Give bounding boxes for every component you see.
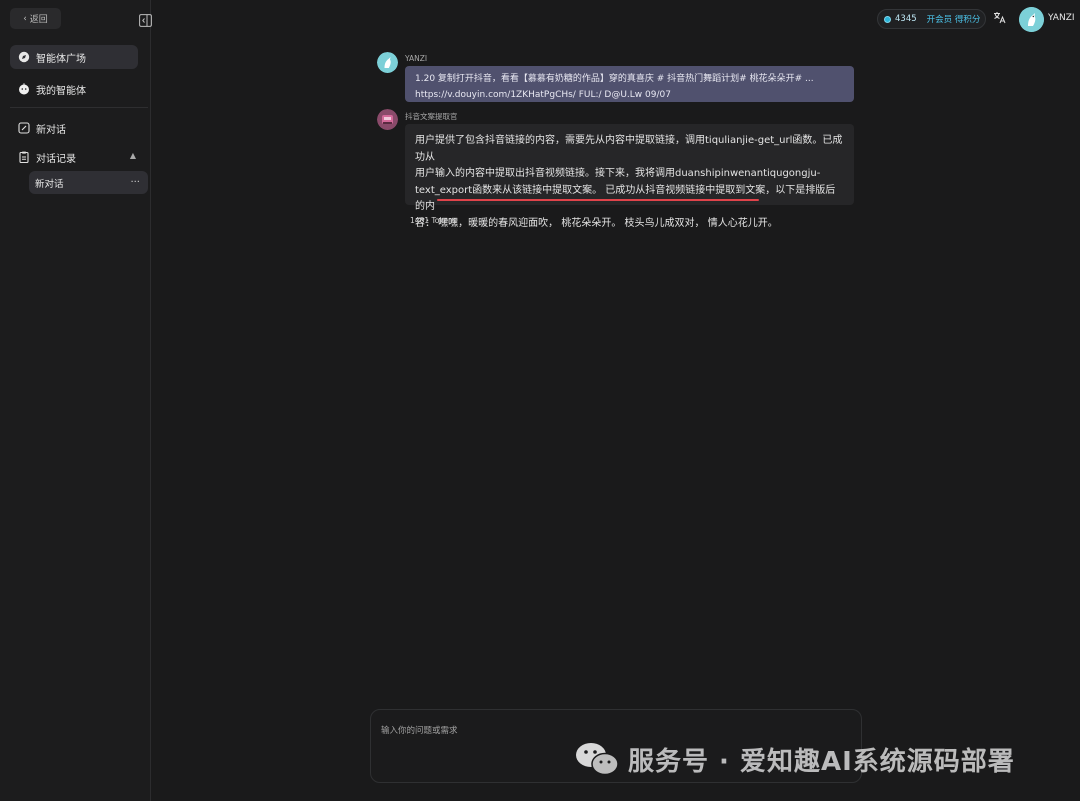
sidebar-item-history[interactable]: 对话记录 xyxy=(10,145,138,169)
wechat-icon xyxy=(576,743,619,776)
message-line: 用户输入的内容中提取出抖音视频链接。接下来，我将调用duanshipinwena… xyxy=(415,168,821,179)
translate-icon[interactable] xyxy=(993,11,1006,25)
message-sender: YANZI xyxy=(405,54,428,63)
bot-avatar xyxy=(377,109,398,130)
message-line: 容： 嘿嘿，暖暖的春风迎面吹， 桃花朵朵开。 枝头鸟儿成双对， 情人心花儿开。 xyxy=(415,217,778,229)
highlight-underline xyxy=(437,199,759,201)
sidebar-item-label: 我的智能体 xyxy=(36,85,86,97)
chat-input-placeholder: 输入你的问题或需求 xyxy=(381,726,458,736)
sidebar-item-my-agents[interactable]: 我的智能体 xyxy=(10,77,138,101)
clipboard-icon xyxy=(18,151,30,163)
message-sender: 抖音文案提取官 xyxy=(405,112,458,121)
bot-face-icon xyxy=(18,83,30,95)
chevron-left-icon: ‹ xyxy=(23,13,27,24)
watermark-text: 服务号 · 爱知趣AI系统源码部署 xyxy=(628,746,1015,777)
message-line: 1.20 复制打开抖音，看看【慕慕有奶糖的作品】穿的真喜庆 # 抖音热门舞蹈计划… xyxy=(415,74,814,84)
watermark: 服务号 · 爱知趣AI系统源码部署 xyxy=(574,739,1015,779)
user-name[interactable]: YANZI xyxy=(1048,13,1075,23)
sidebar: ‹ 返回 智能体广场 我的智能体 新对话 对话记录 ▲ 新对话 ··· xyxy=(0,0,151,801)
membership-link[interactable]: 开会员 得积分 xyxy=(927,13,981,25)
back-label: 返回 xyxy=(29,15,48,25)
sidebar-item-label: 对话记录 xyxy=(36,153,76,165)
sidebar-item-label: 新对话 xyxy=(36,124,66,136)
edit-icon xyxy=(18,122,30,134)
sidebar-collapse-icon[interactable] xyxy=(139,12,152,27)
token-count: 1461 Tokens xyxy=(410,216,457,225)
message-link: https://v.douyin.com/1ZKHatPgCHs/ FUL:/ … xyxy=(415,90,671,100)
sidebar-item-new-chat[interactable]: 新对话 xyxy=(10,116,138,140)
avatar xyxy=(377,52,398,73)
assistant-message-bubble: 用户提供了包含抖音链接的内容，需要先从内容中提取链接，调用tiqulianjie… xyxy=(405,124,854,229)
avatar[interactable] xyxy=(1019,7,1044,32)
coin-icon xyxy=(884,15,891,23)
history-item-label: 新对话 xyxy=(35,178,64,190)
points-value: 4345 xyxy=(895,14,917,24)
history-item[interactable]: 新对话 ··· xyxy=(29,171,148,194)
sidebar-item-agent-plaza[interactable]: 智能体广场 xyxy=(10,45,138,69)
points-badge[interactable]: 4345 开会员 得积分 xyxy=(877,9,986,29)
user-message-bubble: 1.20 复制打开抖音，看看【慕慕有奶糖的作品】穿的真喜庆 # 抖音热门舞蹈计划… xyxy=(405,66,854,102)
message-line: 用户提供了包含抖音链接的内容，需要先从内容中提取链接，调用tiqulianjie… xyxy=(415,135,843,163)
sidebar-divider xyxy=(10,107,148,108)
sidebar-item-label: 智能体广场 xyxy=(36,53,86,65)
more-options-icon[interactable]: ··· xyxy=(130,177,140,188)
back-button[interactable]: ‹ 返回 xyxy=(10,8,61,29)
caret-up-icon[interactable]: ▲ xyxy=(130,151,136,160)
compass-icon xyxy=(18,51,30,63)
